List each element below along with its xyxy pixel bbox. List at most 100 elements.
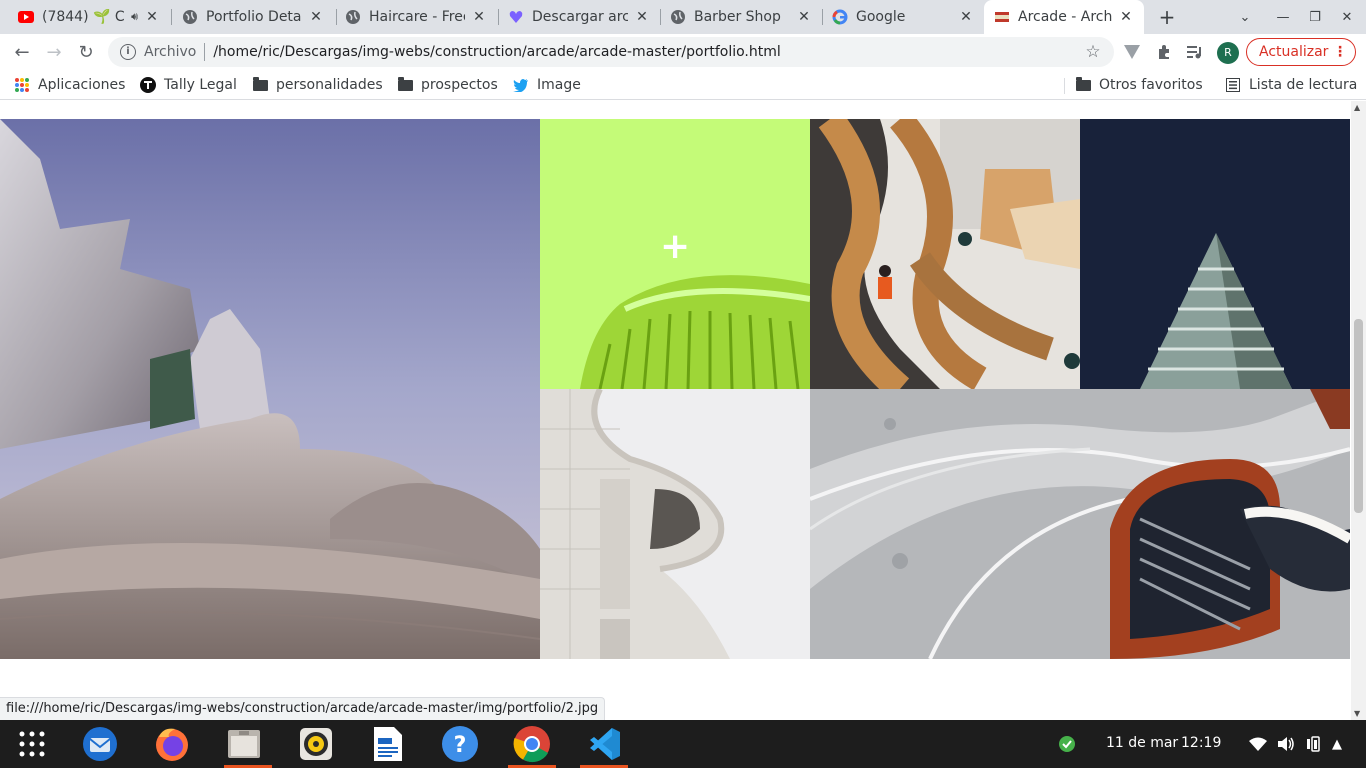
folder-icon bbox=[1075, 76, 1091, 93]
extensions-puzzle-icon[interactable] bbox=[1154, 42, 1174, 62]
close-icon[interactable]: ✕ bbox=[958, 9, 974, 25]
tab-youtube[interactable]: (7844) 🌱 C 🔊︎ ✕ bbox=[8, 0, 170, 34]
address-bar[interactable]: i Archivo /home/ric/Descargas/img-webs/c… bbox=[108, 37, 1114, 67]
folder-icon bbox=[397, 76, 413, 93]
forward-button[interactable]: → bbox=[40, 38, 68, 66]
heart-icon bbox=[508, 9, 524, 25]
bookmark-label: Lista de lectura bbox=[1249, 77, 1358, 93]
wifi-icon[interactable] bbox=[1249, 735, 1267, 753]
vuetify-extension-icon[interactable] bbox=[1122, 42, 1142, 62]
close-icon[interactable]: ✕ bbox=[144, 9, 160, 25]
rhythmbox-icon[interactable] bbox=[296, 724, 336, 764]
back-button[interactable]: ← bbox=[8, 38, 36, 66]
close-icon[interactable]: ✕ bbox=[1118, 9, 1134, 25]
youtube-icon bbox=[18, 9, 34, 25]
scroll-down-arrow-icon[interactable]: ▼ bbox=[1354, 709, 1360, 718]
link-status-bar: file:///home/ric/Descargas/img-webs/cons… bbox=[0, 697, 606, 720]
restore-icon[interactable]: ❐ bbox=[1299, 0, 1331, 34]
bookmark-apps[interactable]: Aplicaciones bbox=[14, 75, 125, 95]
close-window-icon[interactable]: ✕ bbox=[1331, 0, 1363, 34]
apps-grid-icon bbox=[14, 77, 30, 93]
tab-title: Google bbox=[856, 9, 906, 25]
tab-search-icon[interactable]: ⌄ bbox=[1229, 0, 1261, 34]
address-scheme: Archivo bbox=[144, 44, 197, 60]
os-taskbar: ? 11 de mar 12:19 ▲ bbox=[0, 720, 1366, 768]
bookmark-label: Otros favoritos bbox=[1099, 77, 1203, 93]
update-button[interactable]: Actualizar ⋮ bbox=[1246, 38, 1356, 66]
portfolio-item-green-building[interactable]: + bbox=[540, 119, 810, 389]
vscode-icon[interactable] bbox=[584, 724, 624, 764]
close-icon[interactable]: ✕ bbox=[471, 9, 487, 25]
tab-title: Descargar arc bbox=[532, 9, 628, 25]
new-tab-button[interactable]: + bbox=[1155, 5, 1179, 29]
taskbar-date[interactable]: 11 de mar bbox=[1106, 735, 1178, 751]
writer-icon[interactable] bbox=[368, 724, 408, 764]
bookmark-image[interactable]: Image bbox=[513, 75, 581, 95]
triangle-building-image bbox=[1080, 119, 1350, 389]
globe-icon bbox=[670, 9, 686, 25]
reload-button[interactable]: ↻ bbox=[72, 38, 100, 66]
tab-strip: (7844) 🌱 C 🔊︎ ✕ Portfolio Deta ✕ Haircar… bbox=[0, 0, 1366, 34]
close-icon[interactable]: ✕ bbox=[796, 9, 812, 25]
audio-icon[interactable]: 🔊︎ bbox=[131, 10, 138, 24]
tab-portfolio[interactable]: Portfolio Deta ✕ bbox=[172, 0, 334, 34]
twitter-icon bbox=[513, 77, 529, 93]
bookmark-label: Tally Legal bbox=[164, 77, 237, 93]
profile-avatar[interactable]: R bbox=[1217, 42, 1239, 64]
taskbar-time[interactable]: 12:19 bbox=[1181, 735, 1221, 751]
help-icon[interactable]: ? bbox=[440, 724, 480, 764]
close-icon[interactable]: ✕ bbox=[308, 9, 324, 25]
tab-title: (7844) 🌱 C bbox=[42, 9, 125, 25]
battery-icon[interactable] bbox=[1305, 735, 1323, 753]
more-menu-icon[interactable]: ⋮ bbox=[1333, 44, 1347, 60]
address-url[interactable]: /home/ric/Descargas/img-webs/constructio… bbox=[213, 44, 1082, 60]
bookmark-star-icon[interactable]: ☆ bbox=[1082, 41, 1104, 63]
minimize-icon[interactable]: — bbox=[1267, 0, 1299, 34]
thunderbird-icon[interactable] bbox=[80, 724, 120, 764]
zoom-plus-icon[interactable]: + bbox=[660, 229, 690, 265]
portfolio-item-concert-hall[interactable] bbox=[0, 119, 540, 659]
folder-icon bbox=[252, 76, 268, 93]
white-curved-building-image bbox=[540, 389, 810, 659]
page-viewport: + bbox=[0, 101, 1351, 720]
files-icon[interactable] bbox=[224, 724, 264, 764]
tab-title: Barber Shop bbox=[694, 9, 781, 25]
tab-haircare[interactable]: Haircare - Free ✕ bbox=[335, 0, 497, 34]
firefox-icon[interactable] bbox=[152, 724, 192, 764]
browser-toolbar: ← → ↻ i Archivo /home/ric/Descargas/img-… bbox=[0, 34, 1366, 70]
bookmark-personalidades[interactable]: personalidades bbox=[252, 75, 383, 95]
google-icon bbox=[832, 9, 848, 25]
portfolio-item-triangle-building[interactable] bbox=[1080, 119, 1350, 389]
system-menu-arrow-icon[interactable]: ▲ bbox=[1328, 735, 1346, 753]
bookmark-reading-list[interactable]: Lista de lectura bbox=[1225, 75, 1357, 95]
scroll-thumb[interactable] bbox=[1354, 319, 1363, 513]
tally-icon bbox=[140, 77, 156, 93]
tab-title: Portfolio Deta bbox=[206, 9, 302, 25]
scroll-up-arrow-icon[interactable]: ▲ bbox=[1354, 103, 1360, 112]
app-grid-icon[interactable] bbox=[12, 724, 52, 764]
portfolio-item-red-spiral-stair[interactable] bbox=[810, 389, 1350, 659]
globe-icon bbox=[182, 9, 198, 25]
portfolio-item-spiral-staircase[interactable] bbox=[810, 119, 1080, 389]
chrome-icon[interactable] bbox=[512, 724, 552, 764]
bookmark-prospectos[interactable]: prospectos bbox=[397, 75, 498, 95]
tab-barber-shop[interactable]: Barber Shop ✕ bbox=[660, 0, 822, 34]
spiral-staircase-image bbox=[810, 119, 1080, 389]
tab-google[interactable]: Google ✕ bbox=[822, 0, 984, 34]
close-icon[interactable]: ✕ bbox=[634, 9, 650, 25]
bookmark-label: prospectos bbox=[421, 77, 498, 93]
bookmarks-bar: Aplicaciones Tally Legal personalidades … bbox=[0, 70, 1366, 100]
tab-title: Arcade - Archi bbox=[1018, 9, 1112, 25]
red-spiral-stair-image bbox=[810, 389, 1350, 659]
page-scrollbar[interactable]: ▲ ▼ bbox=[1351, 101, 1366, 720]
tab-descargar[interactable]: Descargar arc ✕ bbox=[498, 0, 660, 34]
portfolio-item-white-curved-building[interactable] bbox=[540, 389, 810, 659]
volume-icon[interactable] bbox=[1277, 735, 1295, 753]
update-label: Actualizar bbox=[1259, 44, 1329, 60]
bookmark-tally-legal[interactable]: Tally Legal bbox=[140, 75, 237, 95]
bookmark-otros-favoritos[interactable]: Otros favoritos bbox=[1075, 75, 1203, 95]
tab-arcade[interactable]: Arcade - Archi ✕ bbox=[984, 0, 1144, 34]
security-shield-icon[interactable] bbox=[1058, 735, 1076, 753]
media-queue-icon[interactable] bbox=[1185, 42, 1205, 62]
info-icon[interactable]: i bbox=[120, 44, 136, 60]
